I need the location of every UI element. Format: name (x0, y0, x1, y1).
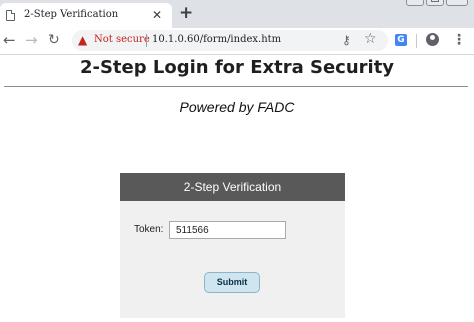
page-title: 2-Step Login for Extra Security (79, 57, 395, 78)
submit-button[interactable]: Submit (204, 272, 260, 293)
page-icon (6, 10, 15, 21)
title-divider (4, 86, 468, 87)
forward-arrow-icon[interactable]: → (25, 31, 38, 49)
warning-triangle-icon[interactable]: ▲ (78, 33, 87, 47)
close-icon[interactable]: ✕ (152, 7, 162, 23)
minimize-button[interactable] (406, 0, 424, 6)
new-tab-button[interactable]: + (179, 4, 193, 22)
page-subtitle: Powered by FADC (179, 99, 295, 115)
account-icon[interactable] (426, 33, 439, 46)
key-icon[interactable]: ⚷ (342, 32, 351, 48)
translate-icon[interactable]: G (395, 34, 407, 46)
card-header: 2-Step Verification (120, 173, 345, 201)
back-arrow-icon[interactable]: ← (3, 31, 16, 49)
token-label: Token: (134, 224, 164, 235)
reload-icon[interactable]: ↻ (48, 31, 60, 49)
toolbar-divider (416, 34, 417, 48)
tab-title: 2-Step Verification (24, 9, 119, 20)
tab-strip: 2-Step Verification ✕ + (0, 0, 474, 28)
token-input[interactable] (169, 221, 286, 239)
kebab-menu-icon[interactable]: ⋮ (452, 31, 466, 49)
verification-card: 2-Step Verification (120, 173, 345, 318)
browser-toolbar: ← → ↻ ▲ Not secure 10.1.0.60/form/index.… (0, 28, 474, 55)
star-icon[interactable]: ☆ (364, 31, 377, 48)
window-close-button[interactable] (446, 0, 468, 6)
security-status[interactable]: Not secure (94, 34, 150, 45)
maximize-button[interactable] (426, 0, 444, 6)
address-divider (146, 34, 147, 47)
address-bar[interactable]: ▲ Not secure 10.1.0.60/form/index.htm ⚷ … (72, 30, 388, 51)
browser-tab[interactable]: 2-Step Verification ✕ (0, 3, 172, 28)
url-text[interactable]: 10.1.0.60/form/index.htm (152, 34, 281, 45)
